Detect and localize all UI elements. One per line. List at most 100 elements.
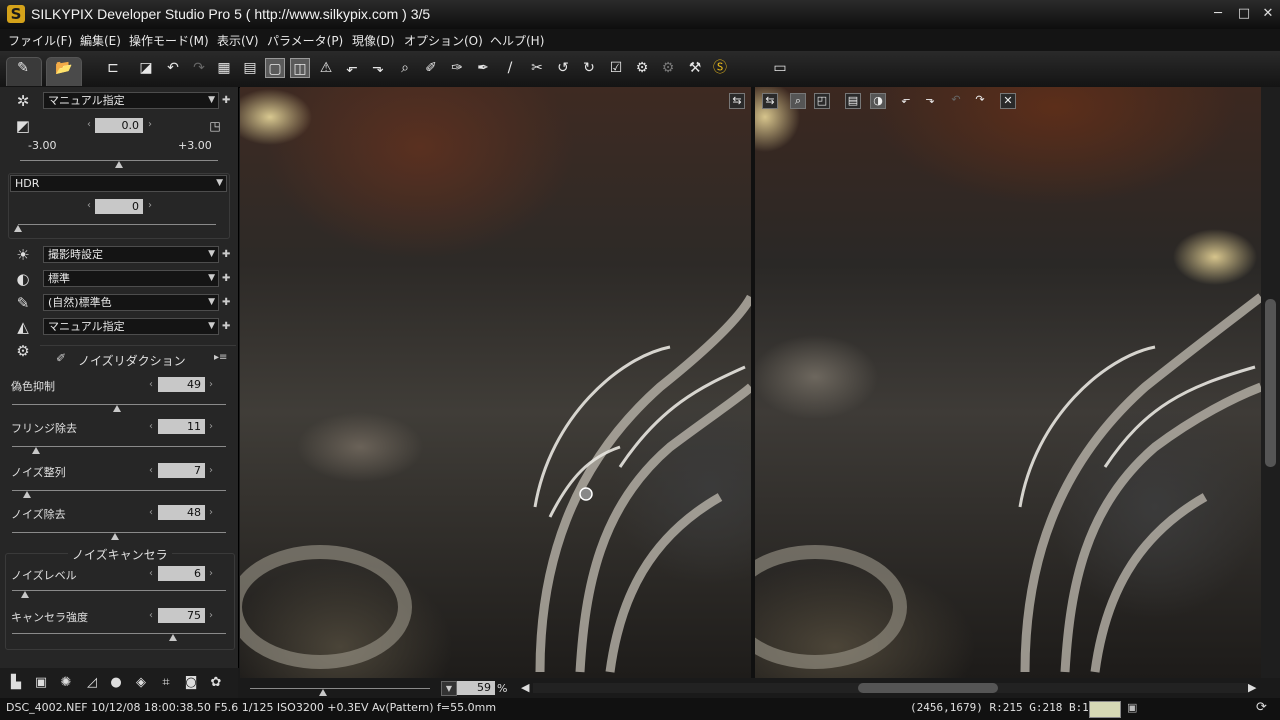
vertical-scroll-thumb[interactable] [1265, 299, 1276, 467]
prev-image-icon[interactable]: ⬐ [342, 58, 362, 78]
compare-view-icon[interactable]: ◫ [290, 58, 310, 78]
tone-select[interactable]: 撮影時設定 ▼ [43, 246, 219, 263]
noise-gears-icon[interactable]: ⚙ [13, 341, 33, 361]
increment-icon[interactable]: › [209, 507, 213, 518]
next-version-icon[interactable]: ⬎ [922, 93, 938, 109]
vertical-scrollbar[interactable] [1261, 87, 1280, 678]
sharpness-select[interactable]: マニュアル指定 ▼ [43, 318, 219, 335]
grid-view-icon[interactable]: ▦ [214, 58, 234, 78]
false-color-value-field[interactable]: 49 [158, 377, 205, 392]
canceller-strength-value-field[interactable]: 75 [158, 608, 205, 623]
comment-icon[interactable]: ▣ [32, 674, 50, 692]
decrement-icon[interactable]: ‹ [149, 421, 153, 432]
canceller-strength-slider-thumb[interactable] [168, 634, 177, 641]
decrement-icon[interactable]: ‹ [149, 610, 153, 621]
crop-tool-icon[interactable]: ✂ [527, 58, 547, 78]
decrement-icon[interactable]: ‹ [149, 568, 153, 579]
fit-view-icon[interactable]: ⇆ [762, 93, 778, 109]
exposure-value-field[interactable]: 0.0 [95, 118, 143, 133]
noise-align-value-field[interactable]: 7 [158, 463, 205, 478]
increment-icon[interactable]: › [148, 200, 152, 211]
exposure-icon[interactable]: ◩ [13, 116, 33, 136]
horizontal-scroll-thumb[interactable] [858, 683, 998, 693]
hdr-slider-thumb[interactable] [14, 225, 22, 232]
zoom-dropdown-icon[interactable]: ▼ [441, 681, 457, 696]
develop-hammer-icon[interactable]: ⚒ [685, 58, 705, 78]
hdr-select[interactable]: HDR ▼ [10, 175, 227, 192]
fringe-slider-thumb[interactable] [31, 447, 40, 454]
contrast-icon[interactable]: ◐ [13, 269, 33, 289]
next-image-icon[interactable]: ⬎ [368, 58, 388, 78]
decrement-icon[interactable]: ‹ [87, 200, 91, 211]
zoom-slider-track[interactable] [250, 688, 430, 689]
monitor-icon[interactable]: ▭ [768, 58, 792, 78]
single-view-icon[interactable]: ▢ [265, 58, 285, 78]
undo-view-icon[interactable]: ↶ [948, 93, 964, 109]
before-after-icon[interactable]: ▤ [845, 93, 861, 109]
zoom-slider-thumb[interactable] [319, 689, 327, 696]
warning-icon[interactable]: ⚠ [316, 58, 336, 78]
filmstrip-view-icon[interactable]: ▤ [240, 58, 260, 78]
histogram-icon[interactable]: ▙ [7, 674, 25, 692]
add-preset-icon[interactable]: ✚ [222, 273, 232, 284]
settings-icon[interactable]: ✿ [207, 674, 225, 692]
add-preset-icon[interactable]: ✚ [222, 249, 232, 260]
paint-bucket-icon[interactable]: ◈ [132, 674, 150, 692]
eraser-icon[interactable]: ◪ [136, 58, 156, 78]
menu-view[interactable]: 表示(V) [217, 32, 259, 49]
add-preset-icon[interactable]: ✚ [222, 95, 232, 106]
gray-dropper-icon[interactable]: ✑ [447, 58, 467, 78]
redo-view-icon[interactable]: ↷ [972, 93, 988, 109]
noise-removal-slider-track[interactable] [12, 532, 226, 533]
exposure-slider-thumb[interactable] [115, 161, 123, 168]
noise-level-slider-track[interactable] [12, 590, 226, 591]
decrement-icon[interactable]: ‹ [149, 465, 153, 476]
rotate-right-icon[interactable]: ↻ [579, 58, 599, 78]
zoom-value-field[interactable]: 59 [457, 681, 495, 695]
batch-settings-icon[interactable]: ⚙ [632, 58, 652, 78]
auto-exposure-icon[interactable]: ◳ [205, 116, 225, 136]
batch-develop-icon[interactable]: ⚙ [658, 58, 678, 78]
color-dropper-icon[interactable]: ✒ [473, 58, 493, 78]
decrement-icon[interactable]: ‹ [87, 119, 91, 130]
close-view-icon[interactable]: ✕ [1000, 93, 1016, 109]
highlight-icon[interactable]: ✺ [57, 674, 75, 692]
scroll-left-icon[interactable]: ◀ [521, 681, 529, 694]
pen-icon[interactable]: / [500, 58, 520, 78]
color-select[interactable]: (自然)標準色 ▼ [43, 294, 219, 311]
increment-icon[interactable]: › [209, 610, 213, 621]
zoom-100-icon[interactable]: ◰ [814, 93, 830, 109]
preview-before[interactable] [240, 87, 751, 678]
zoom-view-icon[interactable]: ⌕ [790, 93, 806, 109]
menu-parameter[interactable]: パラメータ(P) [267, 32, 343, 49]
noise-removal-slider-thumb[interactable] [110, 533, 119, 540]
lens-correction-icon[interactable]: ⌗ [157, 674, 175, 692]
canceller-strength-slider-track[interactable] [12, 633, 226, 634]
menu-develop[interactable]: 現像(D) [352, 32, 395, 49]
wb-dropper-icon[interactable]: ✐ [421, 58, 441, 78]
preview-after[interactable] [755, 87, 1261, 678]
menu-help[interactable]: ヘルプ(H) [490, 32, 544, 49]
color-pen-icon[interactable]: ✎ [13, 293, 33, 313]
menu-option[interactable]: オプション(O) [404, 32, 483, 49]
refresh-icon[interactable]: ⟳ [1256, 700, 1267, 715]
hdr-slider-track[interactable] [18, 224, 216, 225]
color-sphere-icon[interactable]: ● [107, 674, 125, 692]
increment-icon[interactable]: › [209, 379, 213, 390]
increment-icon[interactable]: › [209, 568, 213, 579]
noise-align-slider-thumb[interactable] [22, 491, 31, 498]
sun-icon[interactable]: ☀ [13, 245, 33, 265]
redo-icon[interactable]: ↷ [189, 58, 209, 78]
checkbox-icon[interactable]: ☑ [606, 58, 626, 78]
fringe-value-field[interactable]: 11 [158, 419, 205, 434]
sharpness-icon[interactable]: ◭ [13, 317, 33, 337]
sync-icon[interactable]: ◑ [870, 93, 886, 109]
false-color-slider-thumb[interactable] [112, 405, 121, 412]
menu-file[interactable]: ファイル(F) [8, 32, 72, 49]
swap-view-icon[interactable]: ⇆ [729, 93, 745, 109]
noise-level-slider-thumb[interactable] [20, 591, 29, 598]
contrast-select[interactable]: 標準 ▼ [43, 270, 219, 287]
open-folder-icon[interactable]: ⊏ [103, 58, 123, 78]
rotate-left-icon[interactable]: ↺ [553, 58, 573, 78]
swatch-menu-icon[interactable]: ▣ [1127, 701, 1137, 714]
